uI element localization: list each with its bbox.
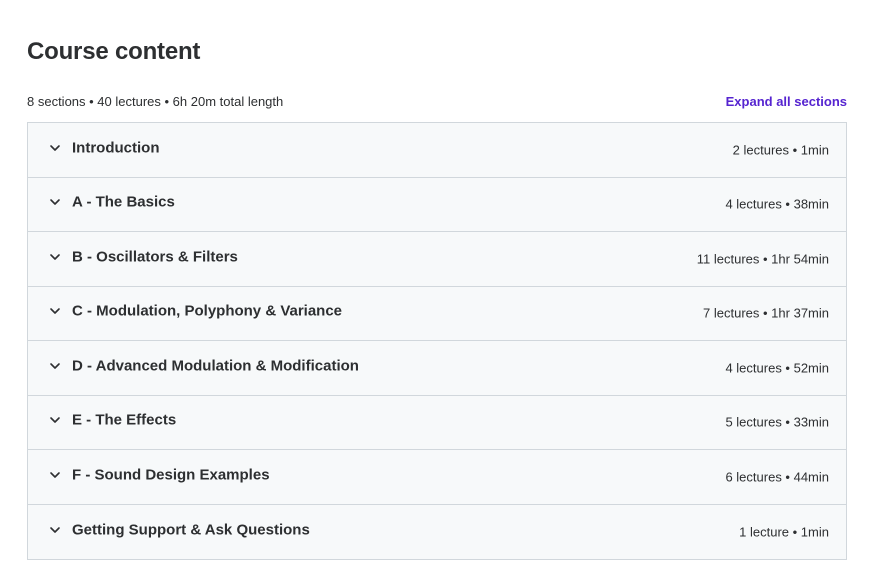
section-info: 6 lectures • 44min: [725, 469, 829, 485]
chevron-down-icon: [48, 468, 62, 482]
section-title: C - Modulation, Polyphony & Variance: [72, 302, 343, 320]
course-summary: 8 sections • 40 lectures • 6h 20m total …: [27, 94, 284, 109]
section-header[interactable]: A - The Basics 4 lectures • 38min: [28, 177, 846, 232]
section-title: B - Oscillators & Filters: [72, 248, 238, 266]
section-title: Getting Support & Ask Questions: [72, 521, 310, 539]
chevron-down-icon: [48, 413, 62, 427]
chevron-down-icon: [48, 304, 62, 318]
section-header[interactable]: B - Oscillators & Filters 11 lectures • …: [28, 232, 846, 287]
page-title: Course content: [27, 38, 201, 65]
section-info: 11 lectures • 1hr 54min: [696, 251, 829, 267]
section-title: D - Advanced Modulation & Modification: [72, 357, 359, 375]
section-header[interactable]: Introduction 2 lectures • 1min: [28, 123, 846, 178]
section-title: Introduction: [72, 139, 160, 157]
section-info: 1 lecture • 1min: [739, 524, 829, 540]
sections-list: Introduction 2 lectures • 1min A - The B…: [27, 122, 847, 560]
section-info: 4 lectures • 52min: [725, 360, 829, 376]
chevron-down-icon: [48, 141, 62, 155]
section-info: 7 lectures • 1hr 37min: [703, 305, 829, 321]
section-info: 2 lectures • 1min: [732, 142, 829, 158]
chevron-down-icon: [48, 250, 62, 264]
section-header[interactable]: E - The Effects 5 lectures • 33min: [28, 395, 846, 450]
section-header[interactable]: C - Modulation, Polyphony & Variance 7 l…: [28, 286, 846, 341]
section-info: 5 lectures • 33min: [725, 414, 829, 430]
section-header[interactable]: F - Sound Design Examples 6 lectures • 4…: [28, 450, 846, 505]
section-header[interactable]: D - Advanced Modulation & Modification 4…: [28, 341, 846, 396]
chevron-down-icon: [48, 359, 62, 373]
section-title: E - The Effects: [72, 411, 177, 429]
expand-all-sections-button[interactable]: Expand all sections: [726, 94, 847, 109]
section-info: 4 lectures • 38min: [725, 196, 829, 212]
chevron-down-icon: [48, 523, 62, 537]
course-summary-row: 8 sections • 40 lectures • 6h 20m total …: [27, 94, 847, 112]
section-header[interactable]: Getting Support & Ask Questions 1 lectur…: [28, 504, 846, 559]
chevron-down-icon: [48, 195, 62, 209]
section-title: A - The Basics: [72, 193, 175, 211]
section-title: F - Sound Design Examples: [72, 466, 270, 484]
